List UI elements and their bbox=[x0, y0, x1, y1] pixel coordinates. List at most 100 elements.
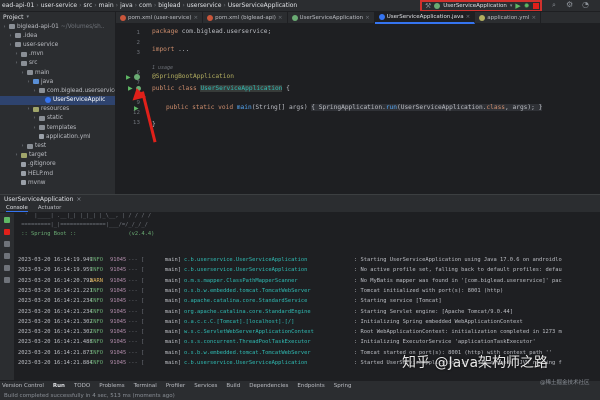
notifications-icon[interactable]: ◔ bbox=[582, 0, 589, 9]
run-icon[interactable]: ▶ bbox=[515, 2, 520, 10]
trash-icon[interactable] bbox=[4, 277, 10, 283]
breadcrumb-src[interactable]: src bbox=[81, 2, 94, 9]
tree-item[interactable]: › user-service bbox=[0, 40, 115, 49]
close-icon[interactable]: × bbox=[531, 15, 536, 21]
search-icon[interactable]: ⌕ bbox=[552, 1, 556, 10]
restore-layout-icon[interactable] bbox=[4, 241, 10, 247]
tree-item[interactable]: .gitignore bbox=[0, 160, 115, 169]
tab-editor-file[interactable]: UserServiceApplication.java × bbox=[374, 12, 476, 24]
hammer-icon[interactable]: ⚒ bbox=[425, 2, 431, 10]
tool-window-button[interactable]: Build bbox=[226, 383, 240, 389]
breadcrumb-project[interactable]: ead-api-01 bbox=[0, 2, 36, 9]
tab-editor-file[interactable]: application.yml × bbox=[475, 12, 542, 24]
tree-item[interactable]: › test bbox=[0, 141, 115, 150]
breadcrumb-main[interactable]: main bbox=[97, 2, 116, 9]
tool-window-button[interactable]: Services bbox=[194, 383, 217, 389]
chevron-right-icon[interactable]: › bbox=[20, 70, 25, 76]
chevron-right-icon[interactable]: › bbox=[20, 143, 25, 149]
chevron-right-icon[interactable]: › bbox=[8, 33, 13, 39]
log-message: : Initializing ExecutorService 'applicat… bbox=[354, 339, 536, 346]
close-icon[interactable]: × bbox=[365, 15, 370, 21]
rerun-icon[interactable] bbox=[4, 217, 10, 223]
tree-item[interactable]: › templates bbox=[0, 123, 115, 132]
close-icon[interactable]: × bbox=[76, 196, 81, 203]
scroll-to-end-icon[interactable] bbox=[4, 253, 10, 259]
log-separator: --- [ bbox=[128, 298, 145, 305]
log-thread: main] bbox=[164, 277, 181, 284]
stop-icon[interactable] bbox=[4, 229, 10, 235]
tree-item[interactable]: › main bbox=[0, 68, 115, 77]
run-gutter-icon[interactable]: ▶ bbox=[134, 105, 139, 112]
tool-window-button[interactable]: Dependencies bbox=[249, 383, 288, 389]
tree-item[interactable]: › resources bbox=[0, 105, 115, 114]
tool-window-button[interactable]: Terminal bbox=[134, 383, 157, 389]
chevron-right-icon[interactable]: › bbox=[8, 42, 13, 48]
tool-window-button[interactable]: Endpoints bbox=[297, 383, 324, 389]
tree-item-label: application.yml bbox=[46, 133, 91, 140]
tree-item[interactable]: › java bbox=[0, 77, 115, 86]
close-icon[interactable]: × bbox=[278, 15, 283, 21]
tab-editor-file[interactable]: UserServiceApplication × bbox=[288, 12, 375, 24]
usage-hint[interactable]: 1 usage bbox=[152, 65, 173, 71]
chevron-right-icon[interactable]: › bbox=[14, 51, 19, 57]
tool-window-button[interactable]: Version Control bbox=[2, 383, 44, 389]
tool-window-button[interactable]: Problems bbox=[99, 383, 124, 389]
breadcrumb-userservice[interactable]: userservice bbox=[185, 2, 224, 9]
chevron-right-icon[interactable]: › bbox=[2, 24, 7, 30]
breadcrumb-module[interactable]: user-service bbox=[39, 2, 79, 9]
spring-bean-icon[interactable] bbox=[134, 74, 140, 80]
tree-item[interactable]: › static bbox=[0, 114, 115, 123]
tree-item[interactable]: › .idea bbox=[0, 31, 115, 40]
log-timestamp: 2023-03-20 16:14:19.959 bbox=[18, 267, 93, 274]
breadcrumb-com[interactable]: com bbox=[137, 2, 154, 9]
log-timestamp: 2023-03-20 16:14:21.234 bbox=[18, 298, 93, 305]
chevron-right-icon[interactable]: › bbox=[14, 60, 19, 66]
chevron-right-icon[interactable]: › bbox=[32, 88, 37, 94]
code-editor[interactable]: 1 2 3 6 7 8 9 12 13 ▶ ▶ ▶ package com.bi… bbox=[116, 24, 600, 194]
chevron-right-icon[interactable]: › bbox=[26, 106, 31, 112]
tree-item[interactable]: › target bbox=[0, 151, 115, 160]
chevron-down-icon[interactable]: ▾ bbox=[510, 3, 513, 9]
breadcrumb-class[interactable]: UserServiceApplication bbox=[226, 2, 299, 9]
close-icon[interactable]: × bbox=[193, 15, 198, 21]
breadcrumb-java[interactable]: java bbox=[118, 2, 135, 9]
log-pid: 91045 bbox=[110, 277, 127, 284]
log-logger: o.apache.catalina.core.StandardService bbox=[184, 298, 308, 305]
tool-window-button[interactable]: Spring bbox=[334, 383, 352, 389]
chevron-right-icon[interactable]: › bbox=[32, 125, 37, 131]
log-timestamp: 2023-03-20 16:14:21.884 bbox=[18, 360, 93, 366]
chevron-right-icon[interactable]: › bbox=[26, 79, 31, 85]
run-configuration-select[interactable]: UserServiceApplication bbox=[443, 3, 507, 9]
tree-item[interactable]: UserServiceApplic bbox=[0, 95, 115, 105]
tab-editor-file[interactable]: pom.xml (user-service) × bbox=[116, 12, 204, 24]
debug-icon[interactable]: ✹ bbox=[524, 2, 530, 10]
log-timestamp: 2023-03-20 16:14:21.302 bbox=[18, 329, 93, 336]
tree-item[interactable]: › biglead-api-01 ~/Volumes/sh.. bbox=[0, 22, 115, 31]
close-icon[interactable]: × bbox=[466, 14, 471, 20]
print-icon[interactable] bbox=[4, 265, 10, 271]
log-thread: main] bbox=[164, 349, 181, 356]
tab-actuator[interactable]: Actuator bbox=[38, 205, 62, 211]
tab-console[interactable]: Console bbox=[6, 205, 28, 212]
tree-item[interactable]: › .mvn bbox=[0, 50, 115, 59]
settings-icon[interactable]: ⚙ bbox=[566, 0, 573, 9]
tree-item[interactable]: mvnw bbox=[0, 178, 115, 187]
tool-window-button[interactable]: TODO bbox=[74, 383, 90, 389]
run-gutter-icon[interactable]: ▶ bbox=[126, 74, 131, 81]
project-header[interactable]: Project ▾ bbox=[0, 12, 115, 22]
tree-item[interactable]: › src bbox=[0, 59, 115, 68]
tool-window-button[interactable]: Run bbox=[53, 383, 65, 389]
tree-item[interactable]: application.yml bbox=[0, 132, 115, 141]
tool-window-button[interactable]: Profiler bbox=[166, 383, 185, 389]
run-panel-title[interactable]: UserServiceApplication bbox=[4, 196, 73, 203]
chevron-right-icon[interactable]: › bbox=[14, 152, 19, 158]
tree-item[interactable]: › com.biglead.userservice bbox=[0, 86, 116, 95]
tree-item[interactable]: HELP.md bbox=[0, 169, 115, 178]
chevron-right-icon[interactable]: › bbox=[32, 115, 37, 121]
log-thread: main] bbox=[164, 360, 181, 366]
maven-icon bbox=[120, 15, 126, 21]
breadcrumb-biglead[interactable]: biglead bbox=[156, 2, 182, 9]
log-logger: org.apache.catalina.core.StandardEngine bbox=[184, 308, 311, 315]
tab-editor-file[interactable]: pom.xml (biglead-api) × bbox=[203, 12, 288, 24]
stop-icon[interactable] bbox=[532, 3, 539, 9]
